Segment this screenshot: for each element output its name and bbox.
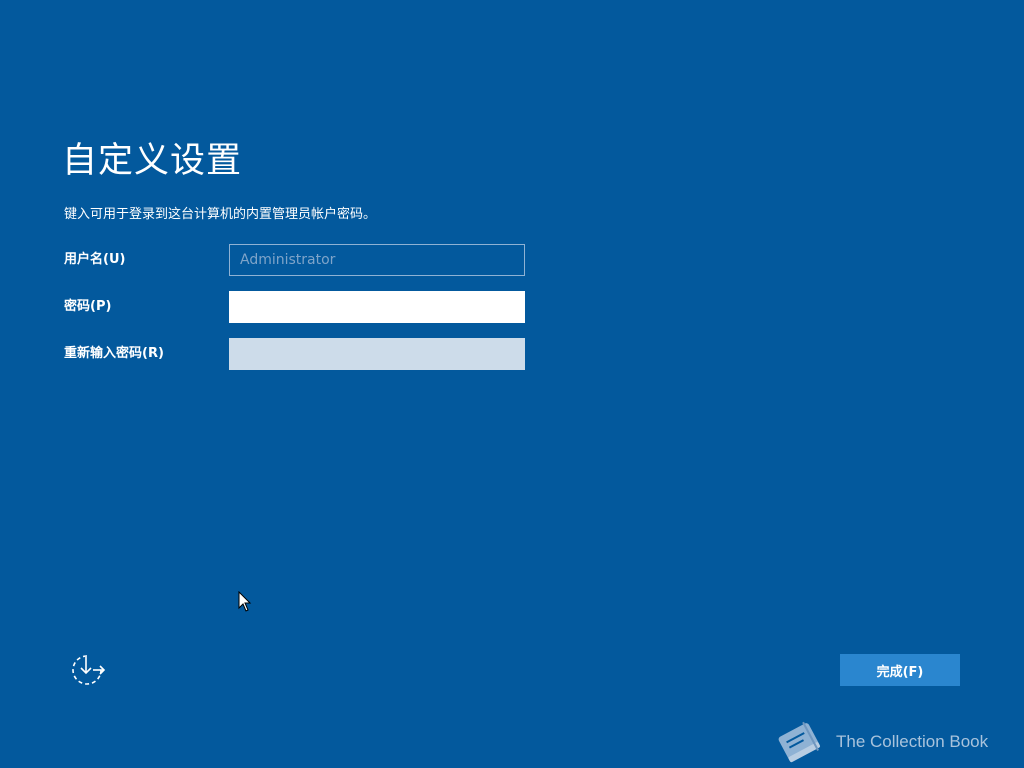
watermark-text: The Collection Book [836,732,989,751]
ease-of-access-icon [72,655,106,685]
watermark: The Collection Book [772,718,1012,766]
ease-of-access-button[interactable] [68,652,106,688]
mouse-cursor-icon [238,591,252,612]
username-field[interactable] [229,244,525,276]
username-label: 用户名(U) [64,252,126,267]
password-field[interactable] [229,291,525,323]
finish-button[interactable]: 完成(F) [840,654,960,686]
password-label: 密码(P) [64,299,112,314]
setup-screen: 自定义设置 键入可用于登录到这台计算机的内置管理员帐户密码。 用户名(U) 密码… [0,0,1024,768]
reenter-password-label: 重新输入密码(R) [64,346,164,361]
book-icon [778,721,820,763]
instruction-text: 键入可用于登录到这台计算机的内置管理员帐户密码。 [64,207,377,222]
reenter-password-field[interactable] [229,338,525,370]
page-title: 自定义设置 [62,141,243,181]
